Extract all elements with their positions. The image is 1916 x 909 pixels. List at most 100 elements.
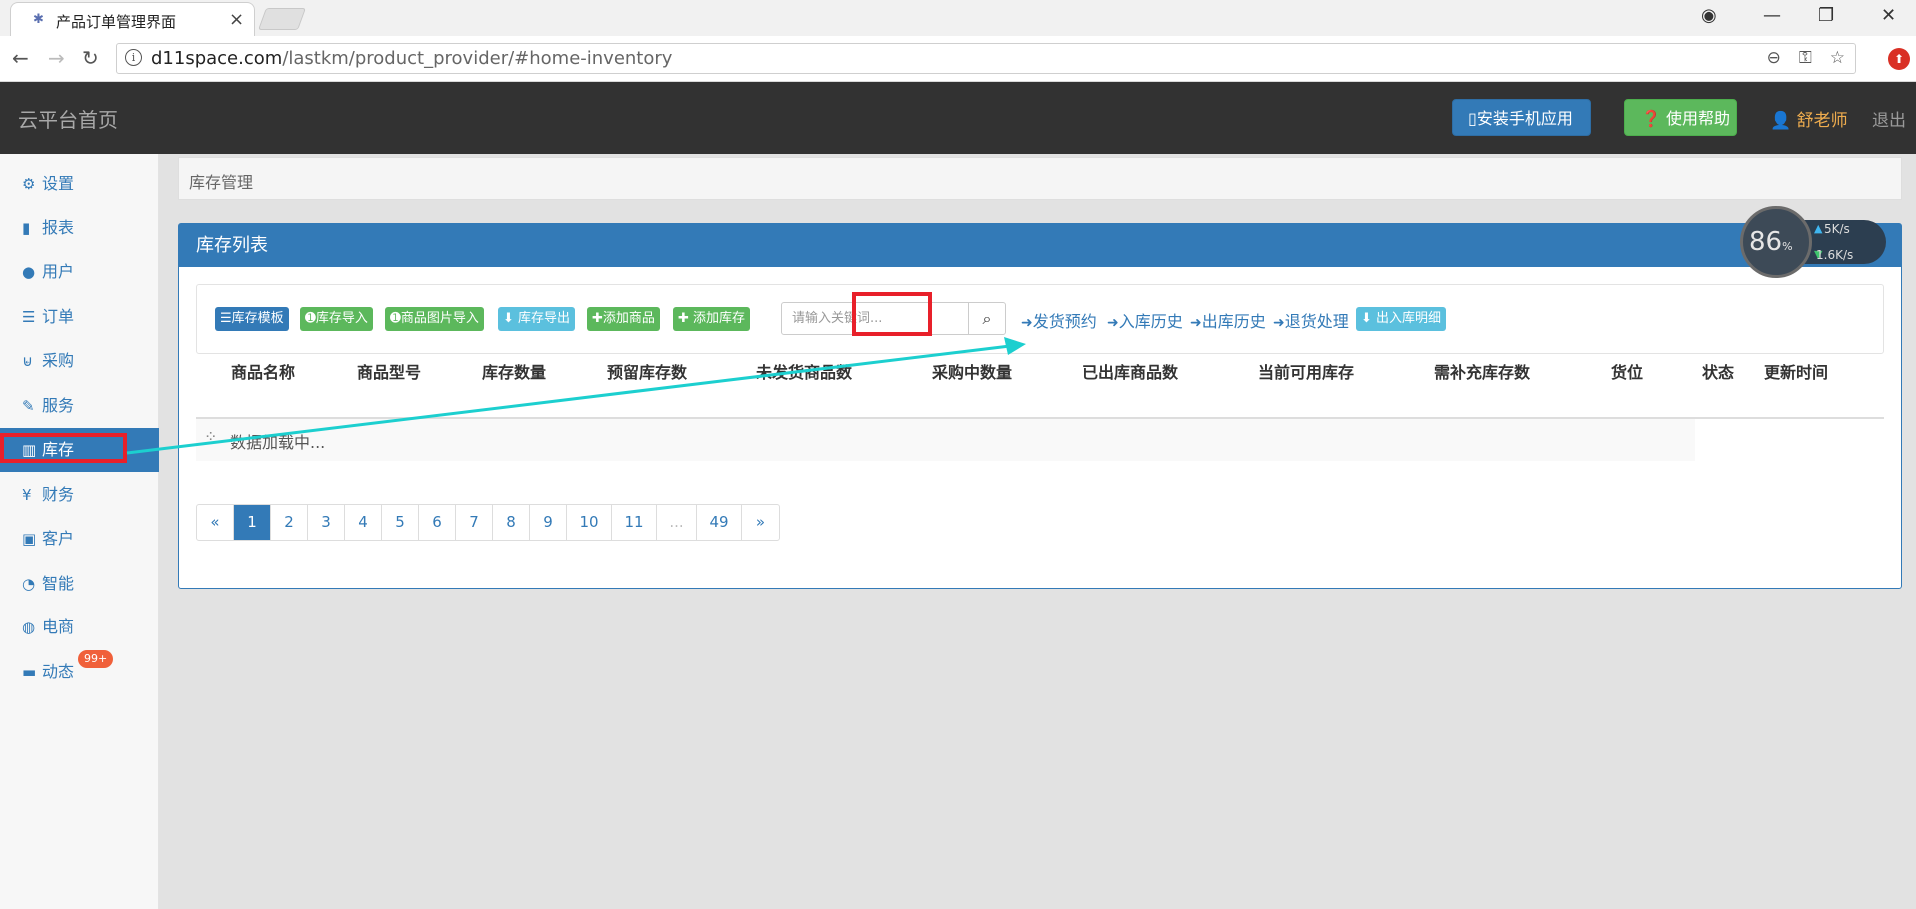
sidebar-item-label: 报表 xyxy=(42,218,75,237)
wrench-icon: ✎ xyxy=(22,397,35,415)
inventory-import-button[interactable]: ➊库存导入 xyxy=(300,307,373,331)
browser-tabbar: ✱ 产品订单管理界面 × ◉ — ❐ ✕ xyxy=(0,0,1916,36)
sidebar-inventory-highlight xyxy=(0,433,127,463)
column-header[interactable]: 当前可用库存 xyxy=(1258,359,1354,383)
column-header[interactable]: 商品名称 xyxy=(231,359,295,383)
outbound-history-link[interactable]: ➜出库历史 xyxy=(1190,308,1266,332)
profile-icon[interactable]: ◉ xyxy=(1701,5,1717,26)
tab-close-icon[interactable]: × xyxy=(229,9,244,30)
sidebar-item-label: 动态 xyxy=(42,662,75,681)
sidebar-item-label: 采购 xyxy=(42,351,75,370)
sidebar-item-label: 设置 xyxy=(42,174,75,193)
circle-arrow-icon: ➊ xyxy=(305,311,316,326)
inventory-panel: 库存列表 ☰库存模板 ➊库存导入 ➊商品图片导入 ⬇ 库存导出 ✚添加商品 ✚ … xyxy=(178,223,1902,589)
page-link[interactable]: 3 xyxy=(308,505,345,540)
column-header[interactable]: 已出库商品数 xyxy=(1082,359,1178,383)
page-link[interactable]: 10 xyxy=(567,505,612,540)
page-link[interactable]: 8 xyxy=(493,505,530,540)
sidebar-item-smart[interactable]: ◔ 智能 xyxy=(0,562,159,606)
add-product-button[interactable]: ✚添加商品 xyxy=(587,307,660,331)
column-header[interactable]: 预留库存数 xyxy=(607,359,687,383)
key-icon[interactable]: ⚿ xyxy=(1799,48,1812,68)
page-ellipsis: ... xyxy=(657,505,697,540)
sidebar-item-customers[interactable]: ▣ 客户 xyxy=(0,517,159,561)
column-header[interactable]: 未发货商品数 xyxy=(756,359,852,383)
app-header: 云平台首页 ▯安装手机应用 ❓ 使用帮助 👤 舒老师 退出 xyxy=(0,82,1916,154)
page-link[interactable]: 6 xyxy=(419,505,456,540)
restore-icon[interactable]: ❐ xyxy=(1818,5,1834,26)
download-speed: 1.6K/s xyxy=(1816,248,1854,262)
column-header[interactable]: 库存数量 xyxy=(482,359,546,383)
yen-icon: ¥ xyxy=(22,486,32,504)
button-label: 库存导入 xyxy=(315,311,368,326)
bookmark-star-icon[interactable]: ☆ xyxy=(1830,48,1845,68)
new-tab-button[interactable] xyxy=(257,8,307,30)
returns-link[interactable]: ➜退货处理 xyxy=(1273,308,1349,332)
extension-icon[interactable]: ⬆ xyxy=(1888,48,1910,70)
forward-icon[interactable]: → xyxy=(48,46,65,70)
page-link[interactable]: 49 xyxy=(697,505,742,540)
page-link[interactable]: 1 xyxy=(234,505,271,540)
column-header[interactable]: 需补充库存数 xyxy=(1434,359,1530,383)
download-icon: ⬇ xyxy=(1361,311,1372,326)
page-link[interactable]: 9 xyxy=(530,505,567,540)
button-label: 商品图片导入 xyxy=(400,311,479,326)
zoom-icon[interactable]: ⊖ xyxy=(1767,48,1781,68)
window-close-icon[interactable]: ✕ xyxy=(1881,5,1896,26)
page-link[interactable]: 4 xyxy=(345,505,382,540)
page-prev[interactable]: « xyxy=(197,505,234,540)
help-button[interactable]: ❓ 使用帮助 xyxy=(1624,99,1737,136)
inventory-template-button[interactable]: ☰库存模板 xyxy=(215,307,289,331)
image-import-button[interactable]: ➊商品图片导入 xyxy=(385,307,484,331)
table-row: ⁘ 数据加载中... xyxy=(196,419,1695,461)
sidebar-item-label: 订单 xyxy=(42,307,75,326)
inventory-export-button[interactable]: ⬇ 库存导出 xyxy=(498,307,576,331)
page-link[interactable]: 7 xyxy=(456,505,493,540)
inbound-history-link[interactable]: ➜入库历史 xyxy=(1107,308,1183,332)
app-title[interactable]: 云平台首页 xyxy=(18,104,118,133)
cart-icon: ⊌ xyxy=(22,352,33,370)
circle-arrow-icon: ➜ xyxy=(1021,315,1033,331)
add-stock-button[interactable]: ✚ 添加库存 xyxy=(673,307,751,331)
sidebar-item-finance[interactable]: ¥ 财务 xyxy=(0,473,159,517)
page-link[interactable]: 11 xyxy=(612,505,657,540)
ship-reservation-link[interactable]: ➜发货预约 xyxy=(1021,308,1097,332)
sidebar-item-reports[interactable]: ▮ 报表 xyxy=(0,206,159,250)
search-button[interactable]: ⌕ xyxy=(968,302,1006,335)
site-info-icon[interactable]: i xyxy=(125,49,142,66)
column-header[interactable]: 更新时间 xyxy=(1764,359,1828,383)
url-text[interactable]: d11space.com/lastkm/product_provider/#ho… xyxy=(151,48,672,69)
reload-icon[interactable]: ↻ xyxy=(82,46,99,70)
download-icon: ⬇ xyxy=(503,311,514,326)
sidebar-item-activity[interactable]: ▬ 动态 99+ xyxy=(0,650,159,694)
help-label: 使用帮助 xyxy=(1666,109,1731,128)
url-host: d11space.com xyxy=(151,48,283,69)
logout-link[interactable]: 退出 xyxy=(1872,106,1906,131)
sidebar-item-users[interactable]: ● 用户 xyxy=(0,250,159,294)
page-link[interactable]: 5 xyxy=(382,505,419,540)
table-header: 商品名称 商品型号 库存数量 预留库存数 未发货商品数 采购中数量 已出库商品数… xyxy=(196,332,1884,382)
url-field[interactable]: i d11space.com/lastkm/product_provider/#… xyxy=(116,43,1856,74)
comment-icon: ▬ xyxy=(22,663,37,681)
column-header[interactable]: 状态 xyxy=(1702,359,1734,383)
sidebar-item-orders[interactable]: ☰ 订单 xyxy=(0,295,159,339)
user-icon: ● xyxy=(22,263,36,281)
browser-tab[interactable]: ✱ 产品订单管理界面 × xyxy=(10,2,255,36)
minimize-icon[interactable]: — xyxy=(1763,5,1781,26)
column-header[interactable]: 货位 xyxy=(1611,359,1643,383)
page-next[interactable]: » xyxy=(742,505,779,540)
inout-detail-button[interactable]: ⬇ 出入库明细 xyxy=(1356,307,1447,331)
page-link[interactable]: 2 xyxy=(271,505,308,540)
sidebar-item-label: 服务 xyxy=(42,396,75,415)
column-header[interactable]: 商品型号 xyxy=(357,359,421,383)
sidebar-item-settings[interactable]: ⚙ 设置 xyxy=(0,162,159,206)
back-icon[interactable]: ← xyxy=(12,46,29,70)
sidebar-item-purchase[interactable]: ⊌ 采购 xyxy=(0,339,159,383)
breadcrumb: 库存管理 xyxy=(178,157,1902,200)
network-speed-widget[interactable]: ▲ 5K/s ▼ 1.6K/s 86% xyxy=(1740,206,1886,278)
column-header[interactable]: 采购中数量 xyxy=(932,359,1012,383)
sidebar-item-ecommerce[interactable]: ◍ 电商 xyxy=(0,605,159,649)
sidebar-item-service[interactable]: ✎ 服务 xyxy=(0,384,159,428)
user-menu[interactable]: 👤 舒老师 xyxy=(1770,106,1848,131)
install-app-button[interactable]: ▯安装手机应用 xyxy=(1452,99,1591,136)
